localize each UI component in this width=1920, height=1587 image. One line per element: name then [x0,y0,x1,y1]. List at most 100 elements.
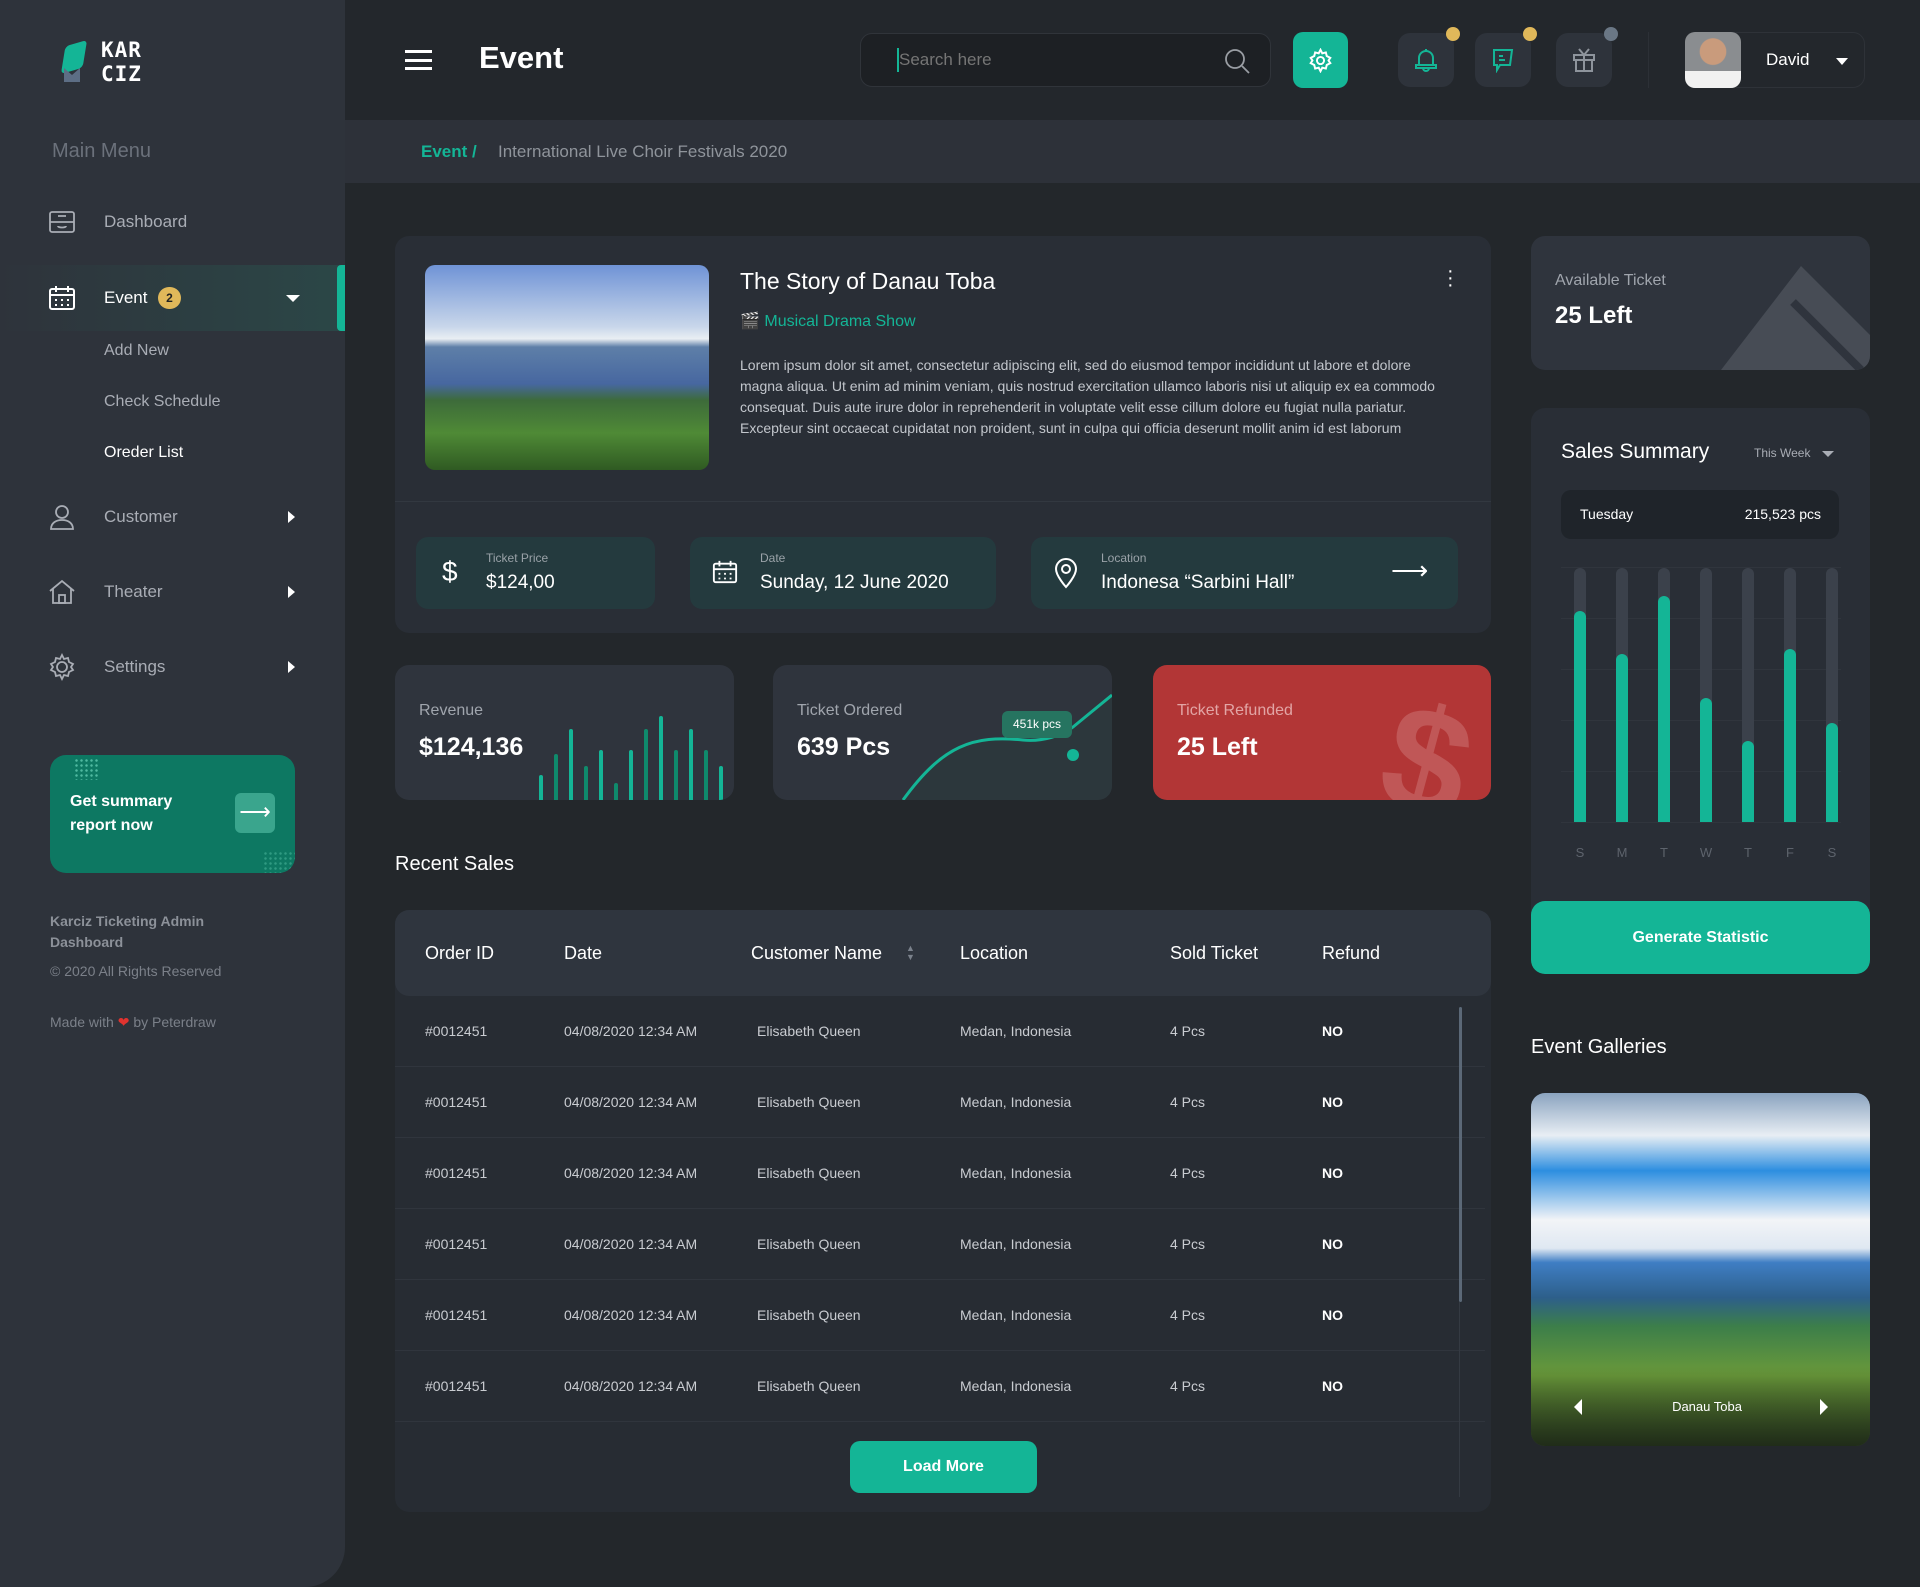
table-cell: NO [1322,1378,1343,1394]
sidebar-item-dashboard[interactable]: Dashboard [0,192,345,252]
price-label: Ticket Price [486,551,548,565]
sales-bar[interactable] [1700,698,1712,822]
notification-dot [1446,27,1460,41]
table-cell: #0012451 [425,1094,487,1110]
user-profile-menu[interactable]: David [1685,32,1865,88]
hamburger-icon [405,59,432,62]
header-divider [1648,32,1649,88]
revenue-bar [659,716,663,800]
table-cell: #0012451 [425,1165,487,1181]
footer-credit: Made with ❤ by Peterdraw [50,1014,216,1031]
table-cell: Medan, Indonesia [960,1307,1071,1323]
table-scrollbar[interactable] [1459,1007,1462,1302]
gift-icon [1571,47,1597,73]
x-tick-label: S [1570,845,1590,860]
submenu-add-new[interactable]: Add New [104,342,169,360]
brand-line2: CIZ [101,62,142,86]
x-tick-label: F [1780,845,1800,860]
notifications-button[interactable] [1398,33,1454,87]
ticket-watermark-icon [1721,266,1870,370]
sidebar-item-customer[interactable]: Customer [0,487,345,547]
column-refund[interactable]: Refund [1322,943,1380,964]
x-tick-label: T [1654,845,1674,860]
table-row[interactable]: #001245104/08/2020 12:34 AMElisabeth Que… [395,1067,1485,1138]
highlight-day: Tuesday [1580,506,1633,522]
sales-bar[interactable] [1574,611,1586,822]
table-row[interactable]: #001245104/08/2020 12:34 AMElisabeth Que… [395,1280,1485,1351]
table-cell: 4 Pcs [1170,1165,1205,1181]
column-customer-name[interactable]: Customer Name [751,943,882,964]
sidebar-item-label: Event [104,288,147,308]
column-sold-ticket[interactable]: Sold Ticket [1170,943,1258,964]
event-image [425,265,709,470]
settings-button[interactable] [1293,32,1348,88]
gallery-next-button[interactable] [1820,1399,1828,1415]
breadcrumb-root[interactable]: Event / [421,142,477,162]
sidebar-item-theater[interactable]: Theater [0,562,345,622]
table-cell: 04/08/2020 12:34 AM [564,1378,697,1394]
date-label: Date [760,551,785,565]
refunded-label: Ticket Refunded [1177,702,1293,720]
sales-bar[interactable] [1826,723,1838,822]
table-row[interactable]: #001245104/08/2020 12:34 AMElisabeth Que… [395,1209,1485,1280]
sales-bar[interactable] [1658,596,1670,822]
table-cell: Medan, Indonesia [960,1236,1071,1252]
event-description: Lorem ipsum dolor sit amet, consectetur … [740,355,1440,439]
sort-icon[interactable]: ▲▼ [906,944,915,962]
footer-copyright: © 2020 All Rights Reserved [50,963,221,979]
event-title: The Story of Danau Toba [740,268,995,295]
sidebar-item-label: Dashboard [104,212,187,232]
hamburger-menu-button[interactable] [405,50,432,70]
chevron-right-icon [288,586,295,598]
sidebar-item-event[interactable]: Event 2 [0,265,345,331]
gifts-button[interactable] [1556,33,1612,87]
arrow-right-icon[interactable]: ⟶ [1391,555,1428,586]
submenu-check-schedule[interactable]: Check Schedule [104,393,221,411]
period-dropdown[interactable]: This Week [1754,446,1834,460]
submenu-order-list[interactable]: Oreder List [104,444,183,462]
table-cell: #0012451 [425,1023,487,1039]
date-box: Date Sunday, 12 June 2020 [690,537,996,609]
column-date[interactable]: Date [564,943,602,964]
dots-pattern [74,758,98,780]
page-title: Event [479,40,563,76]
messages-button[interactable] [1475,33,1531,87]
search-icon[interactable] [1223,47,1251,75]
x-tick-label: W [1696,845,1716,860]
table-cell: #0012451 [425,1236,487,1252]
more-options-button[interactable]: ··· [1447,268,1453,289]
search-box[interactable] [860,33,1271,87]
logo[interactable]: KAR CIZ [57,38,167,88]
table-row[interactable]: #001245104/08/2020 12:34 AMElisabeth Que… [395,1138,1485,1209]
breadcrumb-current: International Live Choir Festivals 2020 [498,142,787,162]
location-value: Indonesa “Sarbini Hall” [1101,572,1294,594]
location-label: Location [1101,551,1146,565]
arrow-right-button[interactable]: ⟶ [235,793,275,833]
sidebar-item-settings[interactable]: Settings [0,637,345,697]
summary-report-card[interactable]: Get summary report now ⟶ [50,755,295,873]
sales-bar[interactable] [1784,649,1796,822]
table-cell: Elisabeth Queen [757,1378,861,1394]
x-tick-label: T [1738,845,1758,860]
table-cell: Elisabeth Queen [757,1094,861,1110]
column-order-id[interactable]: Order ID [425,943,494,964]
table-cell: 4 Pcs [1170,1094,1205,1110]
load-more-button[interactable]: Load More [850,1441,1037,1493]
sidebar-item-label: Theater [104,582,163,602]
sales-bar[interactable] [1616,654,1628,822]
search-input[interactable] [897,48,1197,72]
location-pin-icon [1053,557,1079,589]
sales-bar[interactable] [1742,741,1754,822]
table-row[interactable]: #001245104/08/2020 12:34 AMElisabeth Que… [395,1351,1485,1422]
gallery-image: Danau Toba [1531,1093,1870,1446]
generate-statistic-button[interactable]: Generate Statistic [1531,901,1870,974]
location-box[interactable]: Location Indonesa “Sarbini Hall” ⟶ [1031,537,1458,609]
event-count-badge: 2 [158,287,181,309]
table-cell: 4 Pcs [1170,1307,1205,1323]
table-cell: #0012451 [425,1307,487,1323]
table-row[interactable]: #001245104/08/2020 12:34 AMElisabeth Que… [395,996,1485,1067]
column-location[interactable]: Location [960,943,1028,964]
chevron-down-icon[interactable] [286,295,300,302]
kebab-menu-icon: ··· [1447,260,1454,296]
ticket-refunded-card: $ Ticket Refunded 25 Left [1153,665,1491,800]
